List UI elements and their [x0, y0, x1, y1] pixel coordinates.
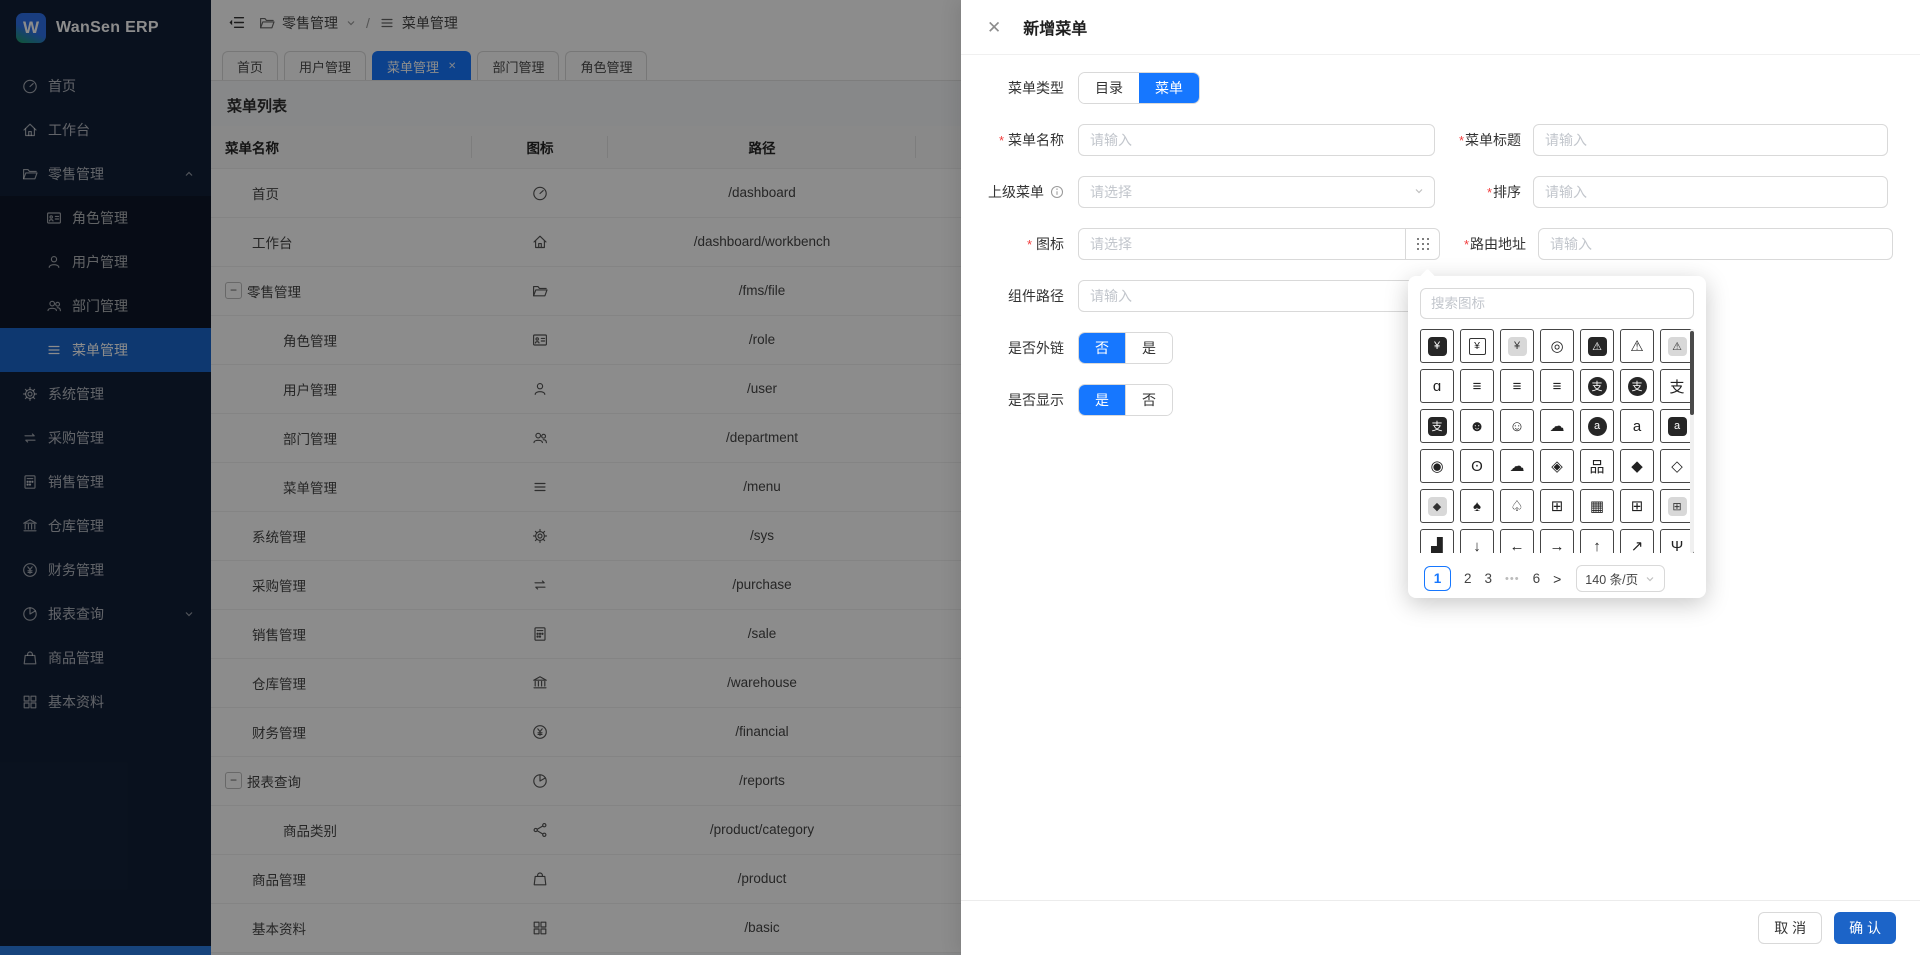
icon-apartment[interactable]: 品: [1580, 449, 1614, 483]
grid-dots-icon: [1417, 238, 1419, 240]
pagination-page-6[interactable]: 6: [1533, 571, 1541, 586]
icon-alert-outlined[interactable]: ⚠: [1620, 329, 1654, 363]
icon-account-book-twotone[interactable]: ¥: [1500, 329, 1534, 363]
icon-alert-filled[interactable]: ⚠: [1580, 329, 1614, 363]
pagination-page-3[interactable]: 3: [1485, 571, 1493, 586]
icon-api-filled[interactable]: ◆: [1620, 449, 1654, 483]
icon-grid-scrollbar: [1690, 329, 1694, 553]
icon-align-right[interactable]: ≡: [1540, 369, 1574, 403]
menu-type-option-menu[interactable]: 菜单: [1139, 73, 1199, 103]
icon-aliwangwang-outlined[interactable]: ☺: [1500, 409, 1534, 443]
icon-align-left[interactable]: ≡: [1500, 369, 1534, 403]
icon-api-twotone[interactable]: ◆: [1420, 489, 1454, 523]
info-circle-icon: [1050, 185, 1064, 199]
external-link-radio-group: 否 是: [1078, 332, 1173, 364]
cancel-button[interactable]: 取 消: [1758, 912, 1822, 944]
icon-ant-cloud[interactable]: ☁: [1500, 449, 1534, 483]
component-path-input[interactable]: [1078, 280, 1440, 312]
pagination-ellipsis[interactable]: •••: [1505, 573, 1520, 585]
icon-search-input[interactable]: [1420, 288, 1694, 319]
pagination-page-2[interactable]: 2: [1464, 571, 1472, 586]
icon-account-book-filled[interactable]: ¥: [1420, 329, 1454, 363]
scrollbar-thumb[interactable]: [1690, 331, 1694, 415]
menu-name-input[interactable]: [1078, 124, 1435, 156]
icon-alert-twotone[interactable]: ⚠: [1660, 329, 1694, 363]
icon-arrow-right[interactable]: →: [1540, 529, 1574, 553]
pagination-page-1[interactable]: 1: [1424, 566, 1451, 591]
menu-type-option-directory[interactable]: 目录: [1079, 73, 1139, 103]
field-label-icon: *图标: [985, 234, 1064, 254]
drawer-title: 新增菜单: [1023, 15, 1087, 39]
chevron-down-icon: [1644, 573, 1656, 585]
icon-ant-design[interactable]: ◈: [1540, 449, 1574, 483]
visible-radio-group: 是 否: [1078, 384, 1173, 416]
icon-aim[interactable]: ◎: [1540, 329, 1574, 363]
icon-arrow-left[interactable]: ←: [1500, 529, 1534, 553]
field-label-sort: *排序: [1435, 182, 1521, 202]
icon-arrow-up[interactable]: ↑: [1580, 529, 1614, 553]
icon-aliyun[interactable]: ☁: [1540, 409, 1574, 443]
field-label-component-path: 组件路径: [985, 286, 1064, 306]
icon-appstore-twotone[interactable]: ⊞: [1660, 489, 1694, 523]
page-size-select[interactable]: 140 条/页: [1576, 565, 1665, 592]
route-input[interactable]: [1538, 228, 1893, 260]
icon-picker-popup: ¥¥¥◎⚠⚠⚠ɑ≡≡≡支支支支☻☺☁aaa◉ʘ☁◈品◆◇◆♠♤⊞▦⊞⊞▟↓←→↑…: [1408, 276, 1706, 598]
confirm-button[interactable]: 确 认: [1834, 912, 1896, 944]
field-label-menu-name: *菜单名称: [985, 130, 1064, 150]
icon-amazon-circle-filled[interactable]: a: [1580, 409, 1614, 443]
icon-area-chart[interactable]: ▟: [1420, 529, 1454, 553]
page-size-value: 140 条/页: [1585, 569, 1638, 588]
icon-alibaba[interactable]: ɑ: [1420, 369, 1454, 403]
drawer-footer: 取 消 确 认: [961, 900, 1920, 955]
icon-arrow-down[interactable]: ↓: [1460, 529, 1494, 553]
pagination-next-icon[interactable]: >: [1553, 571, 1561, 587]
icon-pagination: 123 ••• 6 >140 条/页: [1420, 565, 1694, 592]
icon-select-input[interactable]: [1078, 228, 1406, 260]
icon-picker-button[interactable]: [1406, 228, 1440, 260]
external-link-option-yes[interactable]: 是: [1125, 333, 1172, 363]
parent-menu-select[interactable]: [1078, 176, 1435, 208]
icon-appstore-outlined[interactable]: ⊞: [1620, 489, 1654, 523]
menu-type-radio-group: 目录 菜单: [1078, 72, 1200, 104]
icon-grid: ¥¥¥◎⚠⚠⚠ɑ≡≡≡支支支支☻☺☁aaa◉ʘ☁◈品◆◇◆♠♤⊞▦⊞⊞▟↓←→↑…: [1420, 329, 1686, 553]
icon-appstore-filled[interactable]: ▦: [1580, 489, 1614, 523]
icon-apple-filled[interactable]: ♠: [1460, 489, 1494, 523]
visible-option-no[interactable]: 否: [1125, 385, 1172, 415]
icon-alipay-outlined[interactable]: 支: [1660, 369, 1694, 403]
field-label-menu-type: 菜单类型: [985, 78, 1064, 98]
icon-appstore-add[interactable]: ⊞: [1540, 489, 1574, 523]
field-label-menu-title: *菜单标题: [1435, 130, 1521, 150]
sort-input[interactable]: [1533, 176, 1888, 208]
icon-alipay-circle-outlined[interactable]: 支: [1620, 369, 1654, 403]
menu-title-input[interactable]: [1533, 124, 1888, 156]
field-label-parent-menu: 上级菜单: [985, 182, 1064, 202]
icon-arrows-alt[interactable]: ↗: [1620, 529, 1654, 553]
icon-aliwangwang-filled[interactable]: ☻: [1460, 409, 1494, 443]
icon-api-outlined[interactable]: ◇: [1660, 449, 1694, 483]
icon-android-outlined[interactable]: ʘ: [1460, 449, 1494, 483]
close-icon[interactable]: ✕: [987, 19, 1001, 36]
external-link-option-no[interactable]: 否: [1079, 333, 1125, 363]
field-label-route: *路由地址: [1440, 234, 1526, 254]
drawer-header: ✕ 新增菜单: [961, 0, 1920, 55]
icon-amazon-outlined[interactable]: a: [1620, 409, 1654, 443]
icon-alipay-circle-filled[interactable]: 支: [1580, 369, 1614, 403]
field-label-visible: 是否显示: [985, 390, 1064, 410]
icon-apple-outlined[interactable]: ♤: [1500, 489, 1534, 523]
app-root: W WanSen ERP 首页工作台零售管理角色管理用户管理部门管理菜单管理系统…: [0, 0, 1920, 955]
field-label-external-link: 是否外链: [985, 338, 1064, 358]
icon-align-center[interactable]: ≡: [1460, 369, 1494, 403]
icon-android-filled[interactable]: ◉: [1420, 449, 1454, 483]
visible-option-yes[interactable]: 是: [1079, 385, 1125, 415]
icon-account-book-outlined[interactable]: ¥: [1460, 329, 1494, 363]
icon-audio[interactable]: Ψ: [1660, 529, 1694, 553]
icon-alipay-square-filled[interactable]: 支: [1420, 409, 1454, 443]
icon-amazon-square-filled[interactable]: a: [1660, 409, 1694, 443]
